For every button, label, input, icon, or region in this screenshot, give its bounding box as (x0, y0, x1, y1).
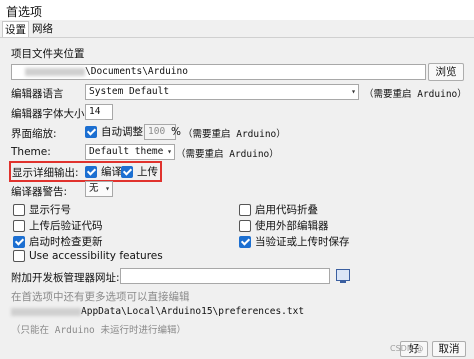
editor-language-select[interactable]: System Default ▾ (85, 84, 359, 100)
external-editor-checkbox[interactable] (239, 219, 251, 232)
verbose-upload-option[interactable]: 上传 (121, 164, 158, 179)
verify-after-upload-checkbox[interactable] (13, 219, 25, 232)
verbose-upload-checkbox[interactable] (121, 165, 133, 178)
preferences-path-text: AppData\Local\Arduino15\preferences.txt (81, 306, 305, 317)
tab-network[interactable]: 网络 (30, 21, 55, 36)
check-updates-label: 启动时检查更新 (29, 236, 103, 248)
window-title: 首选项 (6, 5, 43, 19)
verbose-compile-checkbox[interactable] (85, 165, 97, 178)
more-preferences-note: 在首选项中还有更多选项可以直接编辑 (11, 291, 190, 303)
verbose-compile-option[interactable]: 编译 (85, 164, 122, 179)
redacted-path-part (11, 307, 81, 316)
theme-note: （需要重启 Arduino） (176, 149, 279, 160)
compiler-warnings-value: 无 (89, 183, 99, 194)
code-folding-option[interactable]: 启用代码折叠 (239, 202, 318, 217)
save-on-verify-checkbox[interactable] (239, 235, 251, 248)
theme-select[interactable]: Default theme ▾ (85, 144, 175, 160)
sketchbook-path-text: \Documents\Arduino (85, 66, 188, 77)
save-on-verify-label: 当验证或上传时保存 (255, 236, 350, 248)
redacted-path-part (25, 67, 85, 76)
board-manager-url-input[interactable] (120, 268, 330, 284)
verbose-compile-label: 编译 (101, 166, 122, 178)
save-on-verify-option[interactable]: 当验证或上传时保存 (239, 234, 350, 249)
interface-scale-note: （需要重启 Arduino） (183, 129, 286, 140)
editor-language-note: （需要重启 Arduino） (364, 89, 467, 100)
interface-scale-label: 界面缩放: (11, 128, 57, 140)
title-bar: 首选项 (0, 0, 474, 20)
font-size-label: 编辑器字体大小 (11, 108, 85, 120)
accessibility-label: Use accessibility features (29, 250, 163, 262)
show-line-numbers-checkbox[interactable] (13, 203, 25, 216)
show-line-numbers-label: 显示行号 (29, 204, 71, 216)
verbose-upload-label: 上传 (137, 166, 158, 178)
external-editor-option[interactable]: 使用外部编辑器 (239, 218, 329, 233)
compiler-warnings-label: 编译器警告: (11, 186, 68, 198)
edit-when-closed-note: （只能在 Arduino 未运行时进行编辑） (11, 325, 186, 336)
preferences-path[interactable]: AppData\Local\Arduino15\preferences.txt (11, 306, 304, 317)
chevron-down-icon: ▾ (105, 184, 110, 193)
editor-language-label: 编辑器语言 (11, 88, 64, 100)
auto-scale-label: 自动调整 (101, 126, 143, 138)
verify-after-upload-option[interactable]: 上传后验证代码 (13, 218, 103, 233)
cancel-button[interactable]: 取消 (432, 341, 466, 357)
font-size-input[interactable]: 14 (85, 104, 113, 120)
external-editor-label: 使用外部编辑器 (255, 220, 329, 232)
browse-button[interactable]: 浏览 (428, 63, 464, 81)
chevron-down-icon: ▾ (351, 87, 356, 96)
accessibility-option[interactable]: Use accessibility features (13, 250, 163, 262)
verify-after-upload-label: 上传后验证代码 (29, 220, 103, 232)
show-line-numbers-option[interactable]: 显示行号 (13, 202, 71, 217)
board-manager-label: 附加开发板管理器网址: (11, 272, 120, 284)
chevron-down-icon: ▾ (167, 147, 172, 156)
watermark: CSDN @ (390, 344, 424, 353)
check-updates-option[interactable]: 启动时检查更新 (13, 234, 103, 249)
sketchbook-label: 项目文件夹位置 (11, 48, 85, 60)
code-folding-checkbox[interactable] (239, 203, 251, 216)
code-folding-label: 启用代码折叠 (255, 204, 318, 216)
edit-urls-window-icon[interactable] (336, 269, 350, 283)
tab-settings[interactable]: 设置 (2, 21, 29, 37)
auto-scale-checkbox[interactable] (85, 125, 97, 138)
theme-label: Theme: (11, 146, 51, 158)
sketchbook-path-input[interactable]: \Documents\Arduino (11, 64, 426, 80)
theme-value: Default theme (89, 146, 164, 157)
verbose-output-label: 显示详细输出: (12, 167, 79, 179)
tab-bar: 设置 网络 (0, 20, 474, 38)
compiler-warnings-select[interactable]: 无 ▾ (85, 181, 113, 197)
check-updates-checkbox[interactable] (13, 235, 25, 248)
scale-unit: % (171, 126, 181, 138)
accessibility-checkbox[interactable] (13, 250, 25, 262)
editor-language-value: System Default (89, 86, 170, 97)
auto-scale-option[interactable]: 自动调整 (85, 124, 143, 139)
